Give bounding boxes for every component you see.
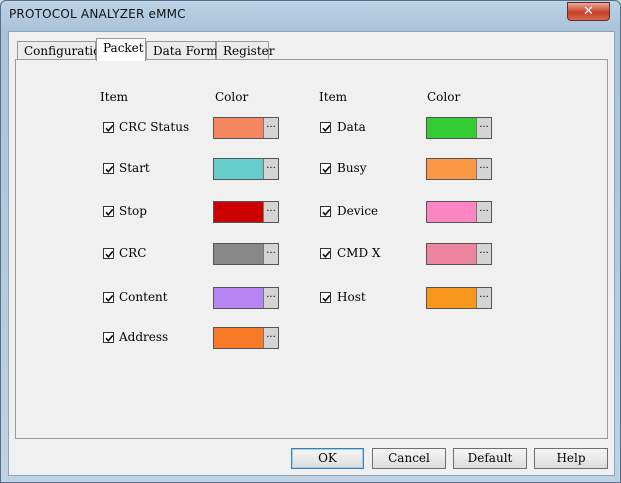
color-picker[interactable]: ...	[213, 327, 279, 349]
list-item: Data...	[16, 117, 609, 139]
item-label: Busy	[337, 161, 367, 175]
help-button[interactable]: Help	[534, 448, 608, 469]
color-picker-button[interactable]: ...	[476, 159, 491, 179]
color-swatch	[427, 202, 477, 222]
title-bar[interactable]: PROTOCOL ANALYZER eMMC ✕	[1, 1, 620, 29]
item-label: Address	[119, 330, 169, 344]
ok-button[interactable]: OK	[291, 448, 364, 469]
list-item: Address...	[16, 327, 609, 349]
item-checkbox[interactable]	[320, 163, 331, 174]
color-swatch	[214, 328, 264, 348]
check-icon	[322, 294, 331, 303]
check-icon	[322, 124, 331, 133]
color-header-right: Color	[427, 90, 461, 104]
item-checkbox[interactable]	[320, 122, 331, 133]
close-button[interactable]: ✕	[567, 2, 610, 21]
dialog-client-area: Configuration Packet Data Format Registe…	[8, 31, 615, 476]
color-header-left: Color	[215, 90, 249, 104]
check-icon	[105, 334, 114, 343]
item-checkbox[interactable]	[320, 206, 331, 217]
color-swatch	[427, 244, 477, 264]
packet-panel: Item Color Item Color CRC Status... Start…	[15, 59, 608, 439]
dialog-window: PROTOCOL ANALYZER eMMC ✕ Configuration P…	[0, 0, 621, 483]
item-header-left: Item	[100, 90, 129, 104]
color-swatch	[427, 288, 477, 308]
tab-data-format[interactable]: Data Format	[146, 41, 230, 59]
list-item: Host...	[16, 287, 609, 309]
item-label: Device	[337, 204, 379, 218]
item-checkbox[interactable]	[320, 292, 331, 303]
color-picker-button[interactable]: ...	[476, 202, 491, 222]
color-picker[interactable]: ...	[426, 287, 492, 309]
check-icon	[322, 250, 331, 259]
color-picker-button[interactable]: ...	[476, 288, 491, 308]
list-item: Device...	[16, 201, 609, 223]
color-picker[interactable]: ...	[426, 201, 492, 223]
list-item: Busy...	[16, 158, 609, 180]
item-header-right: Item	[319, 90, 348, 104]
check-icon	[322, 208, 331, 217]
item-checkbox[interactable]	[320, 248, 331, 259]
list-item: CMD X...	[16, 243, 609, 265]
item-label: Data	[337, 120, 366, 134]
color-picker-button[interactable]: ...	[263, 328, 278, 348]
tab-register[interactable]: Register	[216, 41, 274, 59]
item-label: CMD X	[337, 246, 381, 260]
window-title: PROTOCOL ANALYZER eMMC	[9, 7, 186, 21]
check-icon	[322, 165, 331, 174]
item-checkbox[interactable]	[103, 332, 114, 343]
color-picker[interactable]: ...	[426, 117, 492, 139]
default-button[interactable]: Default	[453, 448, 527, 469]
color-swatch	[427, 159, 477, 179]
close-icon: ✕	[583, 4, 594, 19]
color-picker-button[interactable]: ...	[476, 118, 491, 138]
color-picker-button[interactable]: ...	[476, 244, 491, 264]
cancel-button[interactable]: Cancel	[372, 448, 446, 469]
item-label: Host	[337, 290, 366, 304]
tab-packet[interactable]: Packet	[96, 38, 146, 61]
color-picker[interactable]: ...	[426, 243, 492, 265]
color-picker[interactable]: ...	[426, 158, 492, 180]
color-swatch	[427, 118, 477, 138]
tab-configuration[interactable]: Configuration	[17, 41, 108, 59]
